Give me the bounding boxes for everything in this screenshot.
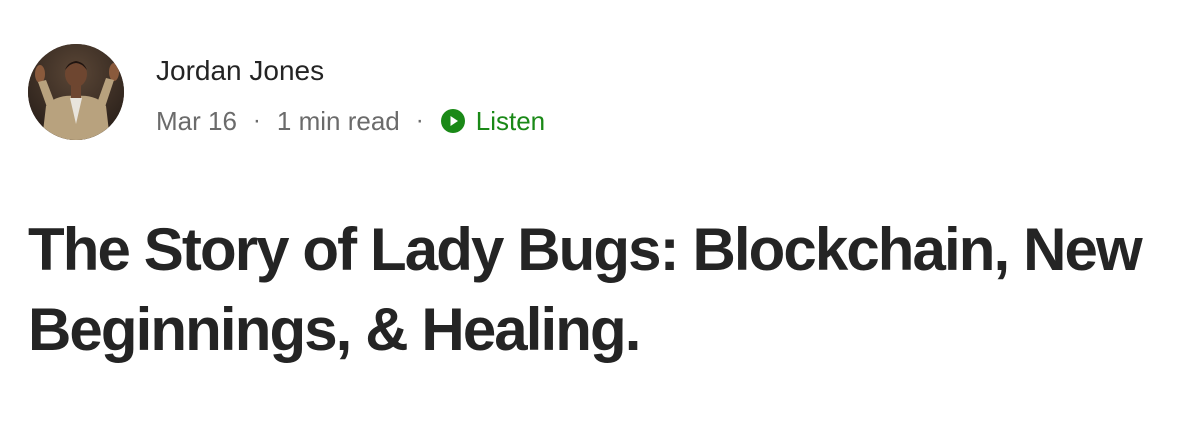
author-photo-image (28, 44, 124, 140)
author-avatar[interactable] (28, 44, 124, 140)
article-title: The Story of Lady Bugs: Blockchain, New … (28, 216, 1143, 363)
read-time: 1 min read (276, 106, 400, 136)
meta-separator: · (252, 107, 261, 134)
meta-separator: · (415, 107, 424, 134)
play-circle-icon (440, 109, 465, 133)
article-byline: Jordan Jones Mar 16 · 1 min read · Liste… (28, 44, 545, 140)
article-meta: Jordan Jones Mar 16 · 1 min read · Liste… (156, 44, 545, 138)
meta-row: Mar 16 · 1 min read · Listen (156, 104, 545, 138)
publish-date: Mar 16 (156, 106, 237, 136)
author-name-link[interactable]: Jordan Jones (156, 54, 545, 88)
listen-button[interactable]: Listen (440, 104, 545, 138)
listen-label: Listen (475, 106, 546, 136)
